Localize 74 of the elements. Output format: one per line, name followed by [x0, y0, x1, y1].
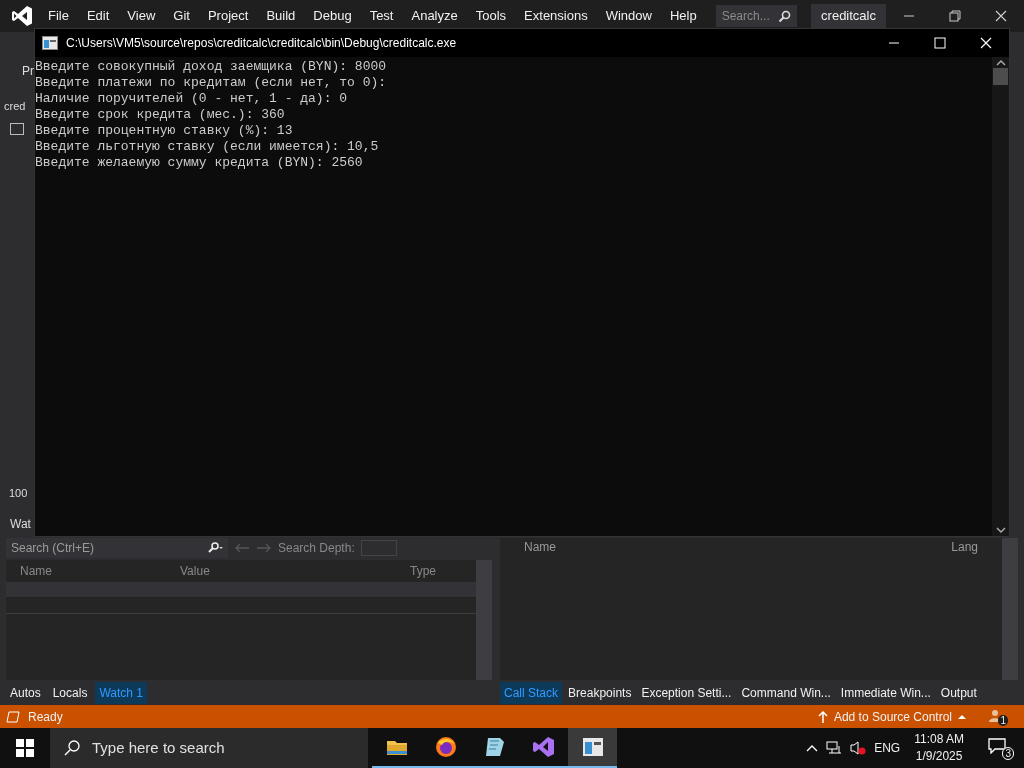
source-control-button[interactable]: Add to Source Control — [817, 707, 966, 726]
document-tab[interactable]: cred — [4, 98, 34, 115]
search-field[interactable]: Search... — [715, 5, 798, 27]
menu-item[interactable]: File — [39, 2, 78, 30]
console-line: Введите желаемую сумму кредита (BYN): 2560 — [35, 155, 364, 171]
maximize-icon[interactable] — [934, 37, 946, 49]
menu-item[interactable]: Extensions — [515, 2, 597, 30]
close-icon[interactable] — [995, 10, 1007, 22]
column-header[interactable]: Lang — [951, 538, 978, 556]
search-icon — [778, 9, 792, 23]
console-line: Введите процентную ставку (%): 13 — [35, 123, 294, 139]
column-header[interactable]: Type — [396, 562, 466, 580]
chevron-up-icon[interactable] — [806, 744, 819, 752]
menu-item[interactable]: Git — [164, 2, 199, 30]
column-header[interactable]: Name — [524, 538, 556, 556]
windows-start-icon[interactable] — [16, 739, 34, 757]
panel-tab[interactable]: Breakpoints — [564, 682, 636, 704]
network-icon[interactable] — [826, 741, 843, 755]
column-header[interactable]: Value — [166, 562, 396, 580]
panel-tab[interactable]: Call Stack — [500, 682, 563, 704]
search-icon — [207, 542, 223, 554]
menu-item[interactable]: Build — [257, 2, 305, 30]
scrollbar[interactable] — [1002, 538, 1018, 680]
menu-item[interactable]: Help — [660, 2, 706, 30]
console-line: Введите платежи по кредитам (если нет, то 0): — [35, 75, 388, 91]
panel-tab[interactable]: Immediate Win... — [836, 682, 935, 704]
solution-name: creditcalc — [811, 4, 886, 28]
panel-tab[interactable]: Exception Setti... — [637, 682, 736, 704]
zoom-level[interactable]: 100 — [4, 484, 34, 501]
menu-item[interactable]: Edit — [77, 2, 119, 30]
panel-tab[interactable]: Watch 1 — [95, 682, 147, 704]
menu-item[interactable]: Window — [596, 2, 661, 30]
toolbar-label: Pr — [21, 63, 34, 80]
panel-tab[interactable]: Autos — [6, 682, 45, 704]
notifications-button[interactable]: 1 — [988, 707, 1008, 726]
console-line: Наличие поручителей (0 - нет, 1 - да): 0 — [35, 91, 349, 107]
scrollbar[interactable] — [992, 57, 1009, 536]
panel-tab[interactable]: Wat — [4, 515, 34, 533]
console-line: Введите совокупный доход заемщика (BYN): 8000 — [35, 59, 388, 75]
logo-icon — [11, 5, 33, 27]
restore-icon[interactable] — [949, 10, 961, 22]
clock[interactable]: 11:08 AM 1/9/2025 — [914, 731, 964, 765]
action-center-button[interactable]: 3 — [988, 736, 1014, 760]
panel-tab[interactable]: Command Win... — [737, 682, 835, 704]
ide-icon — [531, 735, 556, 759]
caret-icon — [958, 713, 966, 720]
panel-tab[interactable]: Output — [936, 682, 981, 704]
status-icon — [6, 710, 20, 723]
browser-icon — [433, 735, 458, 759]
taskbar-app[interactable] — [568, 728, 617, 768]
status-text: Ready — [28, 708, 63, 726]
search-field[interactable]: Search (Ctrl+E) — [6, 538, 228, 558]
up-arrow-icon — [817, 710, 828, 723]
menu-item[interactable]: Project — [198, 2, 258, 30]
console-line: Введите срок кредита (мес.): 360 — [35, 107, 286, 123]
message-icon — [988, 738, 1006, 754]
scrollbar[interactable] — [476, 560, 492, 680]
window-title: C:\Users\VM5\source\repos\creditcalc\creditcalc\bin\Debug\creditcalc.exe — [66, 35, 457, 52]
panel-tab[interactable]: Locals — [48, 682, 92, 704]
menu-item[interactable]: Test — [360, 2, 403, 30]
column-header[interactable]: Name — [6, 562, 166, 580]
console-icon — [580, 735, 605, 759]
search-depth-label: Search Depth: — [278, 540, 355, 557]
menu-item[interactable]: Analyze — [402, 2, 467, 30]
language-indicator[interactable]: ENG — [874, 739, 901, 757]
menu-item[interactable]: View — [118, 2, 165, 30]
taskbar-search-field[interactable]: Type here to search — [50, 728, 368, 768]
console-line: Введите льготную ставку (если имеется): 10,5 — [35, 139, 380, 155]
menu-item[interactable]: Debug — [304, 2, 361, 30]
search-icon — [64, 740, 80, 756]
muted-speaker-icon[interactable] — [850, 741, 867, 755]
console-icon — [42, 36, 58, 50]
menu-item[interactable]: Tools — [466, 2, 516, 30]
scrollbar-thumb[interactable] — [993, 68, 1008, 85]
